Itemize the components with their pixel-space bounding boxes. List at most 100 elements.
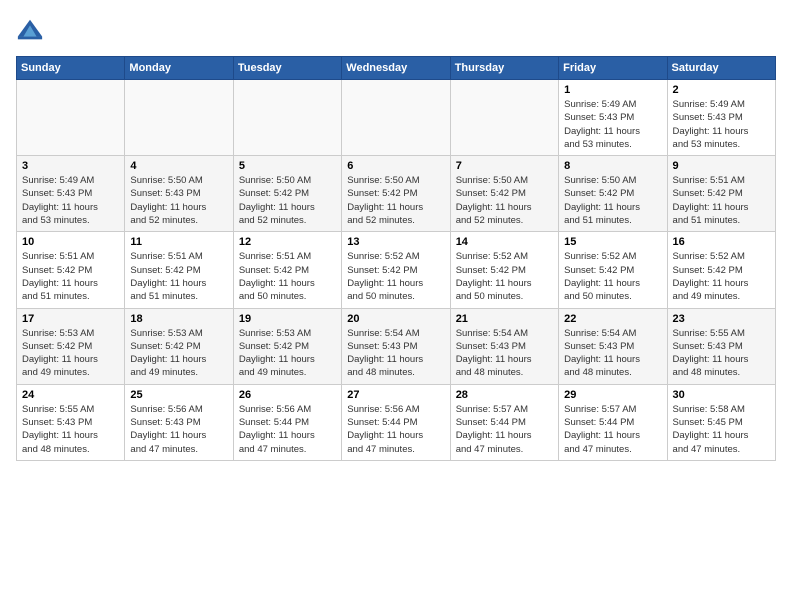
- day-info: Sunrise: 5:51 AM Sunset: 5:42 PM Dayligh…: [239, 250, 336, 303]
- calendar-day-cell: 22 Sunrise: 5:54 AM Sunset: 5:43 PM Dayli…: [559, 308, 667, 384]
- calendar-week-row: 17 Sunrise: 5:53 AM Sunset: 5:42 PM Dayli…: [17, 308, 776, 384]
- day-number: 7: [456, 160, 553, 172]
- day-number: 2: [673, 84, 770, 96]
- calendar-day-cell: 6 Sunrise: 5:50 AM Sunset: 5:42 PM Daylig…: [342, 156, 450, 232]
- calendar-day-cell: 25 Sunrise: 5:56 AM Sunset: 5:43 PM Dayli…: [125, 384, 233, 460]
- day-info: Sunrise: 5:51 AM Sunset: 5:42 PM Dayligh…: [22, 250, 119, 303]
- calendar-day-cell: [125, 80, 233, 156]
- day-number: 25: [130, 389, 227, 401]
- day-of-week-header: Saturday: [667, 57, 775, 80]
- calendar-day-cell: 14 Sunrise: 5:52 AM Sunset: 5:42 PM Dayli…: [450, 232, 558, 308]
- day-info: Sunrise: 5:56 AM Sunset: 5:44 PM Dayligh…: [239, 403, 336, 456]
- calendar-day-cell: [342, 80, 450, 156]
- day-of-week-header: Thursday: [450, 57, 558, 80]
- day-number: 15: [564, 236, 661, 248]
- calendar-table: SundayMondayTuesdayWednesdayThursdayFrid…: [16, 56, 776, 461]
- calendar-day-cell: 30Sunrise: 5:58 AM Sunset: 5:45 PM Dayli…: [667, 384, 775, 460]
- calendar-day-cell: [17, 80, 125, 156]
- day-number: 20: [347, 313, 444, 325]
- calendar-day-cell: 12 Sunrise: 5:51 AM Sunset: 5:42 PM Dayli…: [233, 232, 341, 308]
- calendar-header-row: SundayMondayTuesdayWednesdayThursdayFrid…: [17, 57, 776, 80]
- day-of-week-header: Friday: [559, 57, 667, 80]
- day-info: Sunrise: 5:49 AM Sunset: 5:43 PM Dayligh…: [564, 98, 661, 151]
- calendar-day-cell: 13Sunrise: 5:52 AM Sunset: 5:42 PM Dayli…: [342, 232, 450, 308]
- day-number: 8: [564, 160, 661, 172]
- calendar-day-cell: 18 Sunrise: 5:53 AM Sunset: 5:42 PM Dayli…: [125, 308, 233, 384]
- day-info: Sunrise: 5:57 AM Sunset: 5:44 PM Dayligh…: [564, 403, 661, 456]
- day-of-week-header: Sunday: [17, 57, 125, 80]
- calendar-day-cell: 20 Sunrise: 5:54 AM Sunset: 5:43 PM Dayli…: [342, 308, 450, 384]
- day-number: 21: [456, 313, 553, 325]
- calendar-week-row: 24 Sunrise: 5:55 AM Sunset: 5:43 PM Dayli…: [17, 384, 776, 460]
- calendar-day-cell: 2 Sunrise: 5:49 AM Sunset: 5:43 PM Daylig…: [667, 80, 775, 156]
- day-number: 26: [239, 389, 336, 401]
- day-number: 12: [239, 236, 336, 248]
- day-info: Sunrise: 5:55 AM Sunset: 5:43 PM Dayligh…: [673, 327, 770, 380]
- day-number: 22: [564, 313, 661, 325]
- calendar-week-row: 3Sunrise: 5:49 AM Sunset: 5:43 PM Daylig…: [17, 156, 776, 232]
- day-number: 23: [673, 313, 770, 325]
- calendar-week-row: 1 Sunrise: 5:49 AM Sunset: 5:43 PM Daylig…: [17, 80, 776, 156]
- day-info: Sunrise: 5:51 AM Sunset: 5:42 PM Dayligh…: [673, 174, 770, 227]
- day-of-week-header: Tuesday: [233, 57, 341, 80]
- day-number: 14: [456, 236, 553, 248]
- day-info: Sunrise: 5:52 AM Sunset: 5:42 PM Dayligh…: [673, 250, 770, 303]
- day-number: 9: [673, 160, 770, 172]
- calendar-day-cell: 21 Sunrise: 5:54 AM Sunset: 5:43 PM Dayli…: [450, 308, 558, 384]
- day-number: 11: [130, 236, 227, 248]
- day-info: Sunrise: 5:56 AM Sunset: 5:44 PM Dayligh…: [347, 403, 444, 456]
- logo: [16, 16, 48, 44]
- day-number: 17: [22, 313, 119, 325]
- day-info: Sunrise: 5:54 AM Sunset: 5:43 PM Dayligh…: [456, 327, 553, 380]
- day-number: 4: [130, 160, 227, 172]
- calendar-day-cell: 26 Sunrise: 5:56 AM Sunset: 5:44 PM Dayli…: [233, 384, 341, 460]
- day-number: 29: [564, 389, 661, 401]
- logo-icon: [16, 16, 44, 44]
- day-number: 5: [239, 160, 336, 172]
- day-number: 19: [239, 313, 336, 325]
- calendar-day-cell: 7 Sunrise: 5:50 AM Sunset: 5:42 PM Daylig…: [450, 156, 558, 232]
- day-of-week-header: Monday: [125, 57, 233, 80]
- day-info: Sunrise: 5:52 AM Sunset: 5:42 PM Dayligh…: [564, 250, 661, 303]
- day-info: Sunrise: 5:50 AM Sunset: 5:42 PM Dayligh…: [347, 174, 444, 227]
- calendar-day-cell: 1 Sunrise: 5:49 AM Sunset: 5:43 PM Daylig…: [559, 80, 667, 156]
- day-info: Sunrise: 5:53 AM Sunset: 5:42 PM Dayligh…: [130, 327, 227, 380]
- day-number: 10: [22, 236, 119, 248]
- calendar-day-cell: 11 Sunrise: 5:51 AM Sunset: 5:42 PM Dayli…: [125, 232, 233, 308]
- calendar-day-cell: 29 Sunrise: 5:57 AM Sunset: 5:44 PM Dayli…: [559, 384, 667, 460]
- day-number: 13: [347, 236, 444, 248]
- day-info: Sunrise: 5:57 AM Sunset: 5:44 PM Dayligh…: [456, 403, 553, 456]
- day-info: Sunrise: 5:50 AM Sunset: 5:43 PM Dayligh…: [130, 174, 227, 227]
- day-number: 3: [22, 160, 119, 172]
- day-number: 1: [564, 84, 661, 96]
- calendar-day-cell: [450, 80, 558, 156]
- calendar-week-row: 10 Sunrise: 5:51 AM Sunset: 5:42 PM Dayli…: [17, 232, 776, 308]
- calendar-day-cell: 8 Sunrise: 5:50 AM Sunset: 5:42 PM Daylig…: [559, 156, 667, 232]
- day-info: Sunrise: 5:50 AM Sunset: 5:42 PM Dayligh…: [564, 174, 661, 227]
- calendar-day-cell: 28 Sunrise: 5:57 AM Sunset: 5:44 PM Dayli…: [450, 384, 558, 460]
- day-info: Sunrise: 5:50 AM Sunset: 5:42 PM Dayligh…: [456, 174, 553, 227]
- day-number: 24: [22, 389, 119, 401]
- day-info: Sunrise: 5:58 AM Sunset: 5:45 PM Dayligh…: [673, 403, 770, 456]
- day-info: Sunrise: 5:50 AM Sunset: 5:42 PM Dayligh…: [239, 174, 336, 227]
- day-number: 28: [456, 389, 553, 401]
- day-info: Sunrise: 5:54 AM Sunset: 5:43 PM Dayligh…: [564, 327, 661, 380]
- calendar-day-cell: 9 Sunrise: 5:51 AM Sunset: 5:42 PM Daylig…: [667, 156, 775, 232]
- calendar-day-cell: 4 Sunrise: 5:50 AM Sunset: 5:43 PM Daylig…: [125, 156, 233, 232]
- day-of-week-header: Wednesday: [342, 57, 450, 80]
- calendar-day-cell: 27Sunrise: 5:56 AM Sunset: 5:44 PM Dayli…: [342, 384, 450, 460]
- day-info: Sunrise: 5:54 AM Sunset: 5:43 PM Dayligh…: [347, 327, 444, 380]
- calendar-day-cell: 3Sunrise: 5:49 AM Sunset: 5:43 PM Daylig…: [17, 156, 125, 232]
- day-number: 18: [130, 313, 227, 325]
- day-number: 16: [673, 236, 770, 248]
- day-number: 6: [347, 160, 444, 172]
- calendar-day-cell: 16 Sunrise: 5:52 AM Sunset: 5:42 PM Dayli…: [667, 232, 775, 308]
- calendar-day-cell: 17Sunrise: 5:53 AM Sunset: 5:42 PM Dayli…: [17, 308, 125, 384]
- day-info: Sunrise: 5:56 AM Sunset: 5:43 PM Dayligh…: [130, 403, 227, 456]
- day-info: Sunrise: 5:55 AM Sunset: 5:43 PM Dayligh…: [22, 403, 119, 456]
- day-info: Sunrise: 5:51 AM Sunset: 5:42 PM Dayligh…: [130, 250, 227, 303]
- calendar-day-cell: 19 Sunrise: 5:53 AM Sunset: 5:42 PM Dayli…: [233, 308, 341, 384]
- day-info: Sunrise: 5:52 AM Sunset: 5:42 PM Dayligh…: [456, 250, 553, 303]
- day-info: Sunrise: 5:49 AM Sunset: 5:43 PM Dayligh…: [673, 98, 770, 151]
- day-info: Sunrise: 5:53 AM Sunset: 5:42 PM Dayligh…: [239, 327, 336, 380]
